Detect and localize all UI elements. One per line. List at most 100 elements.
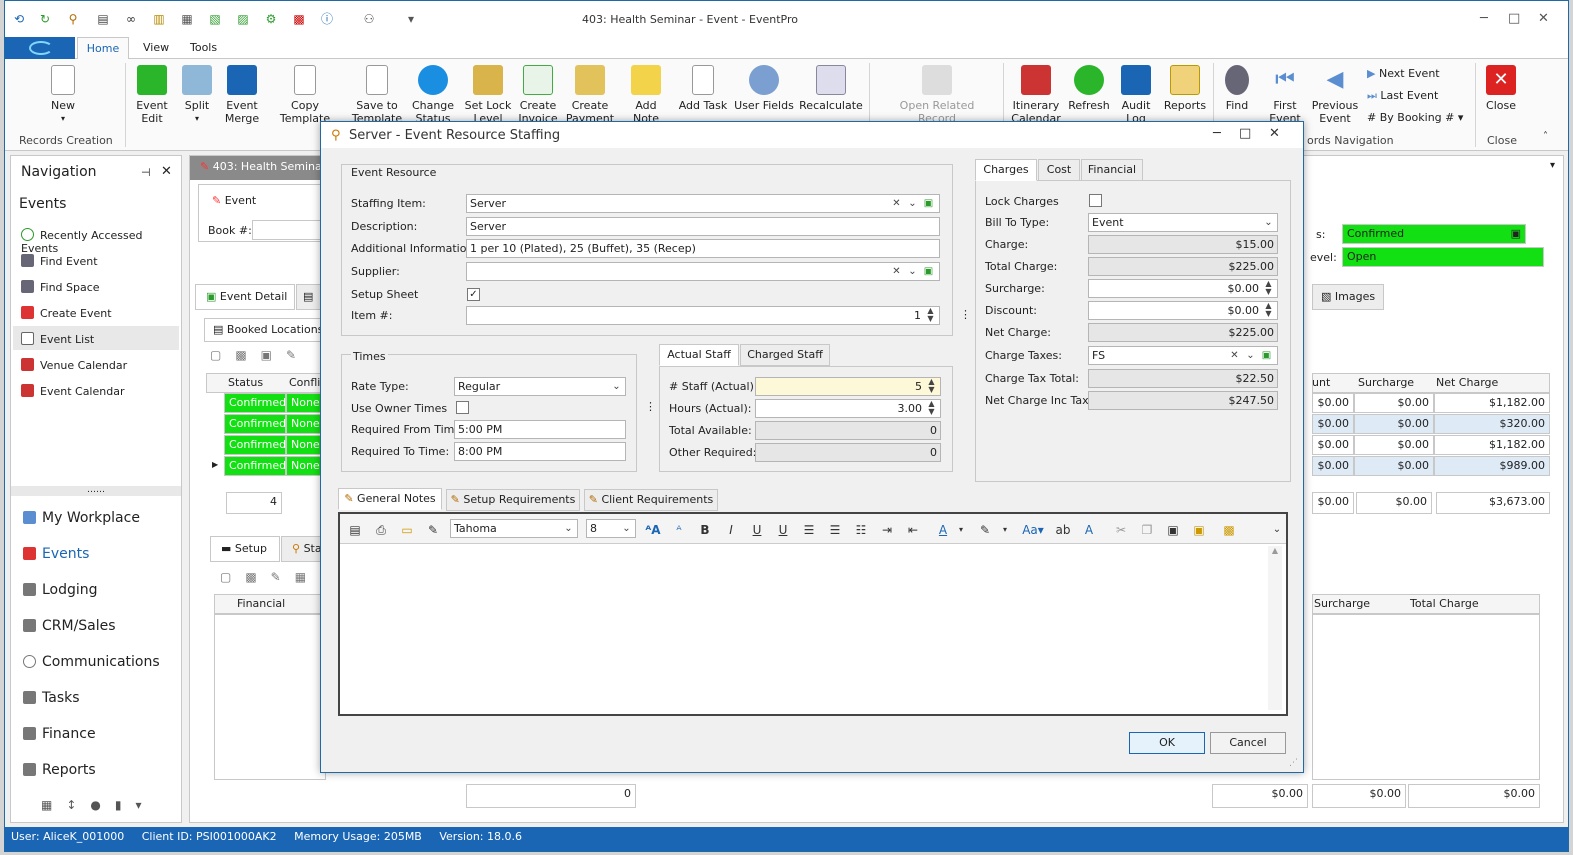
bullets-icon[interactable]: ☰ bbox=[800, 522, 818, 538]
module-communications[interactable]: Communications bbox=[23, 654, 160, 670]
dialog-close-icon[interactable]: ✕ bbox=[1269, 126, 1280, 141]
additional-information-field[interactable]: 1 per 10 (Plated), 25 (Buffet), 35 (Rece… bbox=[466, 239, 940, 258]
clear-icon[interactable]: ✕ bbox=[889, 195, 904, 212]
font-size-select[interactable]: 8 ⌄ bbox=[586, 519, 636, 538]
clear-icon[interactable]: ✕ bbox=[1227, 347, 1242, 364]
add-task-button[interactable]: Add Task bbox=[677, 65, 729, 112]
tab-tools[interactable]: Tools bbox=[190, 41, 217, 54]
reports-button[interactable]: Reports bbox=[1161, 65, 1209, 112]
tab-booked-locations[interactable]: ▤ Booked Locations bbox=[204, 318, 326, 342]
add-note-button[interactable]: Add Note bbox=[621, 65, 671, 125]
lookup-icon[interactable]: ▣ bbox=[1259, 347, 1274, 364]
status-picker-icon[interactable]: ▣ bbox=[1511, 225, 1521, 243]
collapse-ribbon-icon[interactable]: ˄ bbox=[1543, 131, 1548, 142]
module-crm-sales[interactable]: CRM/Sales bbox=[23, 618, 116, 634]
paste-special-icon[interactable]: ▣ bbox=[1190, 522, 1208, 538]
change-status-button[interactable]: Change Status bbox=[409, 65, 457, 125]
create-payment-button[interactable]: Create Payment bbox=[565, 65, 615, 125]
nav-event-calendar[interactable]: Event Calendar bbox=[21, 384, 124, 398]
minimize-icon[interactable]: ─ bbox=[1480, 11, 1488, 26]
spin-down-icon[interactable]: ▼ bbox=[1261, 310, 1276, 318]
by-booking-button[interactable]: # By Booking # ▾ bbox=[1367, 111, 1463, 124]
required-to-field[interactable]: 8:00 PM bbox=[454, 442, 626, 461]
lookup-icon[interactable]: ▣ bbox=[921, 263, 936, 280]
surcharge-field[interactable]: $0.00 ▲ ▼ bbox=[1088, 279, 1278, 298]
setup-toolbar[interactable]: ▢▩✎▦ bbox=[220, 570, 320, 584]
ok-button[interactable]: OK bbox=[1129, 732, 1205, 754]
font-name-select[interactable]: Tahoma ⌄ bbox=[450, 519, 578, 538]
open-folder-icon[interactable]: ▭ bbox=[398, 522, 416, 538]
row-net-charge[interactable]: $320.00 bbox=[1434, 414, 1550, 434]
pin-icon[interactable]: ⊣ bbox=[141, 166, 151, 179]
app-menu-button[interactable] bbox=[5, 37, 75, 59]
close-pane-icon[interactable]: ✕ bbox=[161, 164, 172, 179]
bill-to-type-select[interactable]: Event ⌄ bbox=[1088, 213, 1278, 232]
paste-icon[interactable]: ▣ bbox=[1164, 522, 1182, 538]
page-icon[interactable]: ▤ bbox=[346, 522, 364, 538]
insert-icon[interactable]: ▩ bbox=[1220, 522, 1238, 538]
document-tab[interactable]: ✎ 403: Health Seminar - bbox=[190, 156, 330, 195]
cut-icon[interactable]: ✂ bbox=[1112, 522, 1130, 538]
chevron-down-icon[interactable]: ⌄ bbox=[905, 195, 920, 212]
create-invoice-button[interactable]: Create Invoice bbox=[515, 65, 561, 125]
recalculate-button[interactable]: Recalculate bbox=[799, 65, 863, 112]
tab-home[interactable]: Home bbox=[77, 37, 129, 60]
rate-type-select[interactable]: Regular ⌄ bbox=[454, 377, 626, 396]
close-window-icon[interactable]: ✕ bbox=[1538, 11, 1549, 26]
nav-find-event[interactable]: Find Event bbox=[21, 254, 98, 268]
nav-find-space[interactable]: Find Space bbox=[21, 280, 100, 294]
itinerary-calendar-button[interactable]: Itinerary Calendar bbox=[1009, 65, 1063, 125]
row-status[interactable]: Confirmed bbox=[224, 435, 286, 455]
row-net-charge[interactable]: $989.00 bbox=[1434, 456, 1550, 476]
toolbar-overflow-icon[interactable]: ⌄ bbox=[1268, 522, 1286, 538]
setup-sheet-checkbox[interactable]: ✓ bbox=[467, 288, 480, 301]
chevron-down-icon[interactable]: ⌄ bbox=[1243, 347, 1258, 364]
preview-icon[interactable]: ⎙ bbox=[372, 522, 390, 538]
refresh-button[interactable]: Refresh bbox=[1067, 65, 1111, 112]
tab-cost[interactable]: Cost bbox=[1038, 159, 1080, 181]
row-discount[interactable]: $0.00 bbox=[1312, 435, 1354, 455]
module-tasks[interactable]: Tasks bbox=[23, 690, 80, 706]
charge-taxes-field[interactable]: FS ✕ ⌄ ▣ bbox=[1088, 346, 1278, 365]
clear-icon[interactable]: ✕ bbox=[889, 263, 904, 280]
highlight-icon[interactable]: ✎ bbox=[976, 522, 994, 538]
item-number-field[interactable]: 1 ▲ ▼ bbox=[466, 306, 940, 325]
italic-icon[interactable]: I bbox=[722, 522, 740, 538]
splitter-handle[interactable]: …… bbox=[11, 486, 181, 496]
module-my-workplace[interactable]: My Workplace bbox=[23, 510, 140, 526]
indent-icon[interactable]: ⇥ bbox=[878, 522, 896, 538]
double-underline-icon[interactable]: U bbox=[774, 522, 792, 538]
module-reports[interactable]: Reports bbox=[23, 762, 96, 778]
required-from-field[interactable]: 5:00 PM bbox=[454, 420, 626, 439]
multilevel-list-icon[interactable]: ☷ bbox=[852, 522, 870, 538]
tab-charges[interactable]: Charges bbox=[975, 159, 1037, 181]
discount-field[interactable]: $0.00 ▲ ▼ bbox=[1088, 301, 1278, 320]
open-related-record-button[interactable]: Open Related Record bbox=[897, 65, 977, 125]
row-surcharge[interactable]: $0.00 bbox=[1354, 435, 1434, 455]
save-to-template-button[interactable]: Save to Template bbox=[351, 65, 403, 125]
nav-event-list[interactable]: Event List bbox=[21, 332, 94, 346]
cancel-button[interactable]: Cancel bbox=[1210, 732, 1286, 754]
numbering-icon[interactable]: ☰ bbox=[826, 522, 844, 538]
chevron-down-icon[interactable]: ⌄ bbox=[609, 378, 624, 395]
row-surcharge[interactable]: $0.00 bbox=[1354, 414, 1434, 434]
tab-general-notes[interactable]: ✎ General Notes bbox=[338, 488, 442, 510]
text-style-icon[interactable]: A bbox=[1080, 522, 1098, 538]
tab-dropdown-icon[interactable]: ▾ bbox=[1550, 160, 1555, 171]
splitter-dots-icon[interactable]: ⋮ bbox=[645, 400, 656, 413]
module-finance[interactable]: Finance bbox=[23, 726, 96, 742]
font-color-dropdown-icon[interactable]: ▾ bbox=[952, 522, 970, 538]
next-event-button[interactable]: ▶ Next Event bbox=[1367, 67, 1440, 80]
set-lock-level-button[interactable]: Set Lock Level bbox=[463, 65, 513, 125]
lookup-icon[interactable]: ▣ bbox=[921, 195, 936, 212]
status-field[interactable]: Confirmed ▣ bbox=[1342, 224, 1526, 244]
tab-event-detail[interactable]: ▣ Event Detail bbox=[195, 284, 295, 310]
clear-format-icon[interactable]: ab bbox=[1054, 522, 1072, 538]
dialog-maximize-icon[interactable]: □ bbox=[1239, 126, 1251, 141]
spin-down-icon[interactable]: ▼ bbox=[924, 386, 939, 394]
description-field[interactable]: Server bbox=[466, 217, 940, 236]
row-status[interactable]: Confirmed bbox=[224, 456, 286, 476]
tab-images[interactable]: ▧ Images bbox=[1312, 284, 1384, 310]
notes-text-area[interactable] bbox=[344, 546, 1264, 710]
spin-down-icon[interactable]: ▼ bbox=[924, 408, 939, 416]
